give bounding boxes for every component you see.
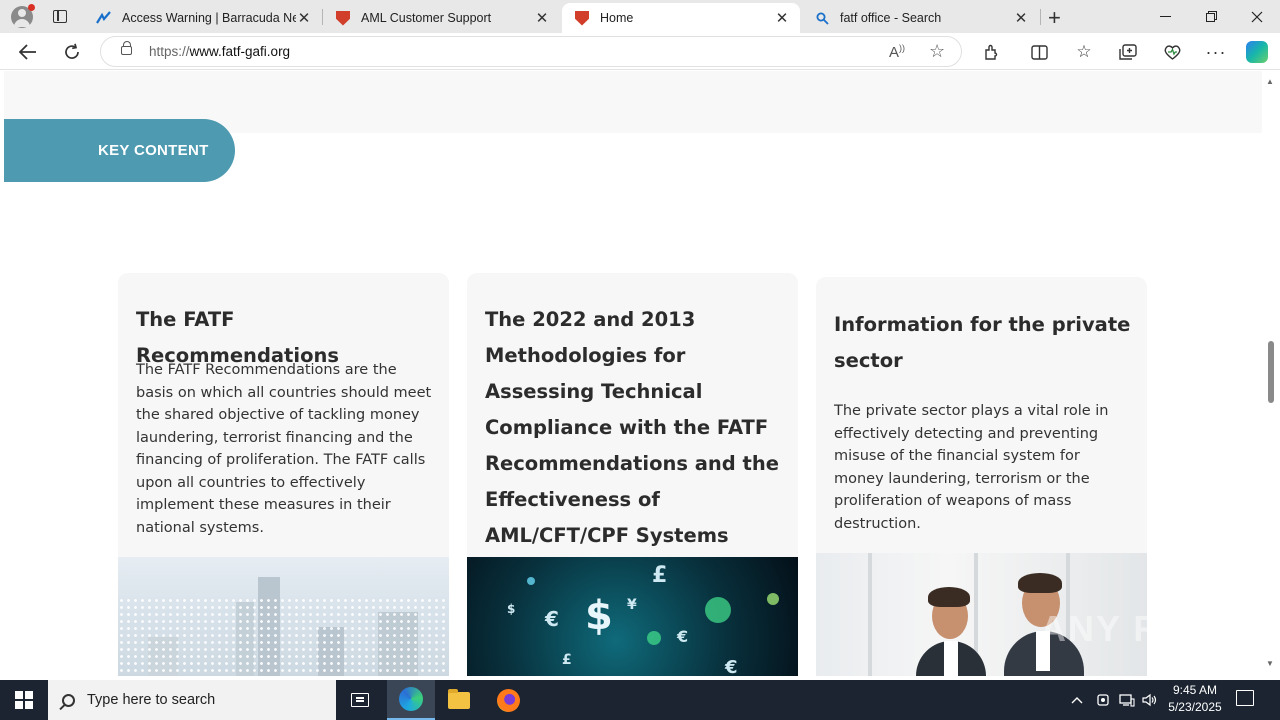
- key-content-label: KEY CONTENT: [4, 119, 235, 182]
- barracuda-favicon-icon: [96, 10, 112, 26]
- card-body: The FATF Recommendations are the basis o…: [136, 362, 432, 536]
- tab-bar-left: [0, 0, 84, 33]
- new-tab-icon[interactable]: +: [1048, 5, 1061, 31]
- folder-icon: [448, 688, 470, 709]
- tab-home[interactable]: Home ✕: [562, 3, 800, 33]
- back-arrow-icon[interactable]: [15, 39, 41, 65]
- task-view-button[interactable]: [336, 680, 384, 720]
- firefox-button[interactable]: [484, 680, 532, 720]
- start-button[interactable]: [0, 680, 48, 720]
- browser-toolbar: https://www.fatf-gafi.org A)) ☆ ☆ ···: [0, 33, 1280, 70]
- search-favicon-icon: [814, 10, 830, 26]
- anyrun-watermark: ANY RUN: [1040, 608, 1218, 649]
- tab-title: fatf office - Search: [840, 11, 942, 25]
- refresh-icon[interactable]: [59, 39, 85, 65]
- favorites-icon[interactable]: ☆: [1073, 41, 1095, 63]
- card-title[interactable]: Information for the private sector: [834, 307, 1134, 379]
- tab-title: AML Customer Support: [361, 11, 492, 25]
- windows-logo-icon: [15, 691, 33, 709]
- tab-title: Access Warning | Barracuda Networks: [122, 11, 296, 25]
- tab-actions-icon[interactable]: [53, 10, 67, 23]
- collections-icon[interactable]: [1117, 41, 1139, 63]
- file-explorer-button[interactable]: [435, 680, 483, 720]
- close-window-icon[interactable]: [1234, 0, 1280, 33]
- page-viewport: KEY CONTENT The FATF Recommendations The…: [4, 71, 1262, 676]
- address-bar[interactable]: https://www.fatf-gafi.org A)) ☆: [100, 36, 962, 67]
- copilot-icon[interactable]: [1246, 41, 1268, 63]
- scroll-up-arrow-icon[interactable]: ▲: [1266, 77, 1274, 86]
- firefox-icon: [496, 688, 520, 712]
- browser-tab-bar: Access Warning | Barracuda Networks ✕ AM…: [0, 0, 1280, 33]
- edge-taskbar-button[interactable]: [387, 680, 435, 720]
- data-dots-overlay: [118, 597, 449, 676]
- task-view-icon: [351, 693, 369, 707]
- taskbar-search-box[interactable]: Type here to search: [48, 680, 336, 720]
- profile-avatar-icon[interactable]: [11, 3, 35, 28]
- digital-currency-image[interactable]: £ $ € ¥ $ € £ €: [467, 557, 798, 676]
- volume-icon[interactable]: [1142, 680, 1158, 720]
- shield-favicon-icon: [574, 10, 590, 26]
- favorite-star-icon[interactable]: ☆: [929, 41, 945, 62]
- close-tab-icon[interactable]: ✕: [774, 9, 790, 27]
- tab-divider: [1040, 9, 1041, 25]
- shield-favicon-icon: [335, 10, 351, 26]
- card-fatf-recommendations[interactable]: The FATF Recommendations The FATF Recomm…: [118, 273, 449, 676]
- close-tab-icon[interactable]: ✕: [534, 9, 550, 27]
- city-skyline-image[interactable]: [118, 557, 449, 676]
- close-tab-icon[interactable]: ✕: [296, 9, 312, 27]
- more-options-icon[interactable]: ···: [1205, 41, 1227, 63]
- card-title[interactable]: The 2022 and 2013 Methodologies for Asse…: [485, 302, 785, 554]
- tab-barracuda[interactable]: Access Warning | Barracuda Networks ✕: [84, 3, 322, 33]
- close-tab-icon[interactable]: ✕: [1013, 9, 1029, 27]
- security-tray-icon[interactable]: [1096, 680, 1110, 720]
- notification-dot: [28, 3, 35, 11]
- card-body: The private sector plays a vital role in…: [834, 403, 1109, 532]
- clock-time: 9:45 AM: [1172, 683, 1218, 697]
- restore-icon[interactable]: [1188, 0, 1234, 33]
- search-placeholder: Type here to search: [87, 692, 216, 708]
- split-screen-icon[interactable]: [1028, 41, 1050, 63]
- lock-icon[interactable]: [121, 41, 132, 55]
- read-aloud-icon[interactable]: A)): [889, 43, 905, 61]
- browser-essentials-icon[interactable]: [1161, 41, 1183, 63]
- windows-taskbar: Type here to search 9:45 AM 5/23/2025: [0, 680, 1280, 720]
- minimize-icon[interactable]: [1142, 0, 1188, 33]
- search-icon: [62, 693, 75, 707]
- network-icon[interactable]: [1119, 680, 1135, 720]
- edge-icon: [399, 687, 423, 711]
- tab-title: Home: [600, 11, 634, 25]
- page-scrollbar[interactable]: ▲ ▼: [1262, 71, 1280, 676]
- card-methodologies[interactable]: The 2022 and 2013 Methodologies for Asse…: [467, 273, 798, 676]
- clock-date: 5/23/2025: [1168, 700, 1222, 714]
- notification-center-icon[interactable]: [1236, 690, 1254, 706]
- tab-search[interactable]: fatf office - Search ✕: [802, 3, 1039, 33]
- scrollbar-thumb[interactable]: [1268, 341, 1274, 403]
- scroll-down-arrow-icon[interactable]: ▼: [1266, 659, 1274, 668]
- taskbar-clock[interactable]: 9:45 AM 5/23/2025: [1160, 682, 1230, 716]
- show-hidden-icons-chevron-icon[interactable]: [1071, 680, 1083, 720]
- tab-aml-support[interactable]: AML Customer Support ✕: [323, 3, 560, 33]
- extensions-icon[interactable]: [980, 41, 1002, 63]
- url-text[interactable]: https://www.fatf-gafi.org: [149, 44, 290, 59]
